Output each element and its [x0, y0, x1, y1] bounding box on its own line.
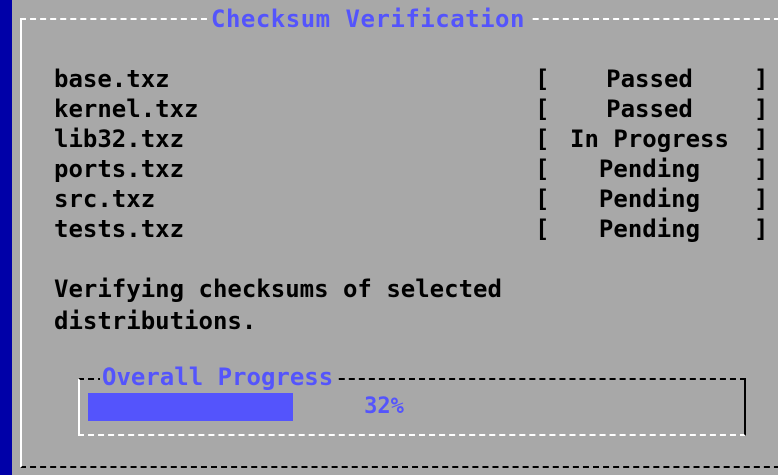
distribution-list: base.txz [ Passed ] kernel.txz [ Passed … — [54, 64, 774, 244]
screen: Checksum Verification base.txz [ Passed … — [0, 0, 778, 475]
checksum-dialog: Checksum Verification base.txz [ Passed … — [12, 0, 778, 475]
distribution-row-tests: tests.txz [ Pending ] — [54, 214, 774, 244]
message-line: distributions. — [54, 307, 257, 335]
file-name: kernel.txz — [54, 95, 199, 123]
dialog-title: Checksum Verification — [207, 4, 529, 34]
status-bracket-close: ] — [754, 185, 769, 213]
message-line: Verifying checksums of selected — [54, 275, 502, 303]
progress-title: Overall Progress — [100, 363, 336, 391]
distribution-row-base: base.txz [ Passed ] — [54, 64, 774, 94]
status-label: Pending — [598, 215, 701, 243]
status-message: Verifying checksums of selected distribu… — [54, 273, 654, 337]
status-label: In Progress — [570, 125, 729, 153]
status-bracket-close: ] — [754, 125, 769, 153]
distribution-row-lib32: lib32.txz [ In Progress ] — [54, 124, 774, 154]
file-name: src.txz — [54, 185, 156, 213]
file-name: ports.txz — [54, 155, 185, 183]
status-bracket-close: ] — [754, 155, 769, 183]
status-bracket-close: ] — [754, 95, 769, 123]
file-name: base.txz — [54, 65, 170, 93]
status-label: Pending — [598, 155, 701, 183]
distribution-row-kernel: kernel.txz [ Passed ] — [54, 94, 774, 124]
status-label: Passed — [606, 95, 693, 123]
file-name: tests.txz — [54, 215, 185, 243]
status-label: Pending — [598, 185, 701, 213]
distribution-row-src: src.txz [ Pending ] — [54, 184, 774, 214]
status-label: Passed — [606, 65, 693, 93]
distribution-row-ports: ports.txz [ Pending ] — [54, 154, 774, 184]
progress-track: 32% — [88, 393, 728, 421]
status-bracket-close: ] — [754, 65, 769, 93]
file-name: lib32.txz — [54, 125, 185, 153]
status-bracket-close: ] — [754, 215, 769, 243]
progress-percent: 32% — [364, 394, 404, 419]
